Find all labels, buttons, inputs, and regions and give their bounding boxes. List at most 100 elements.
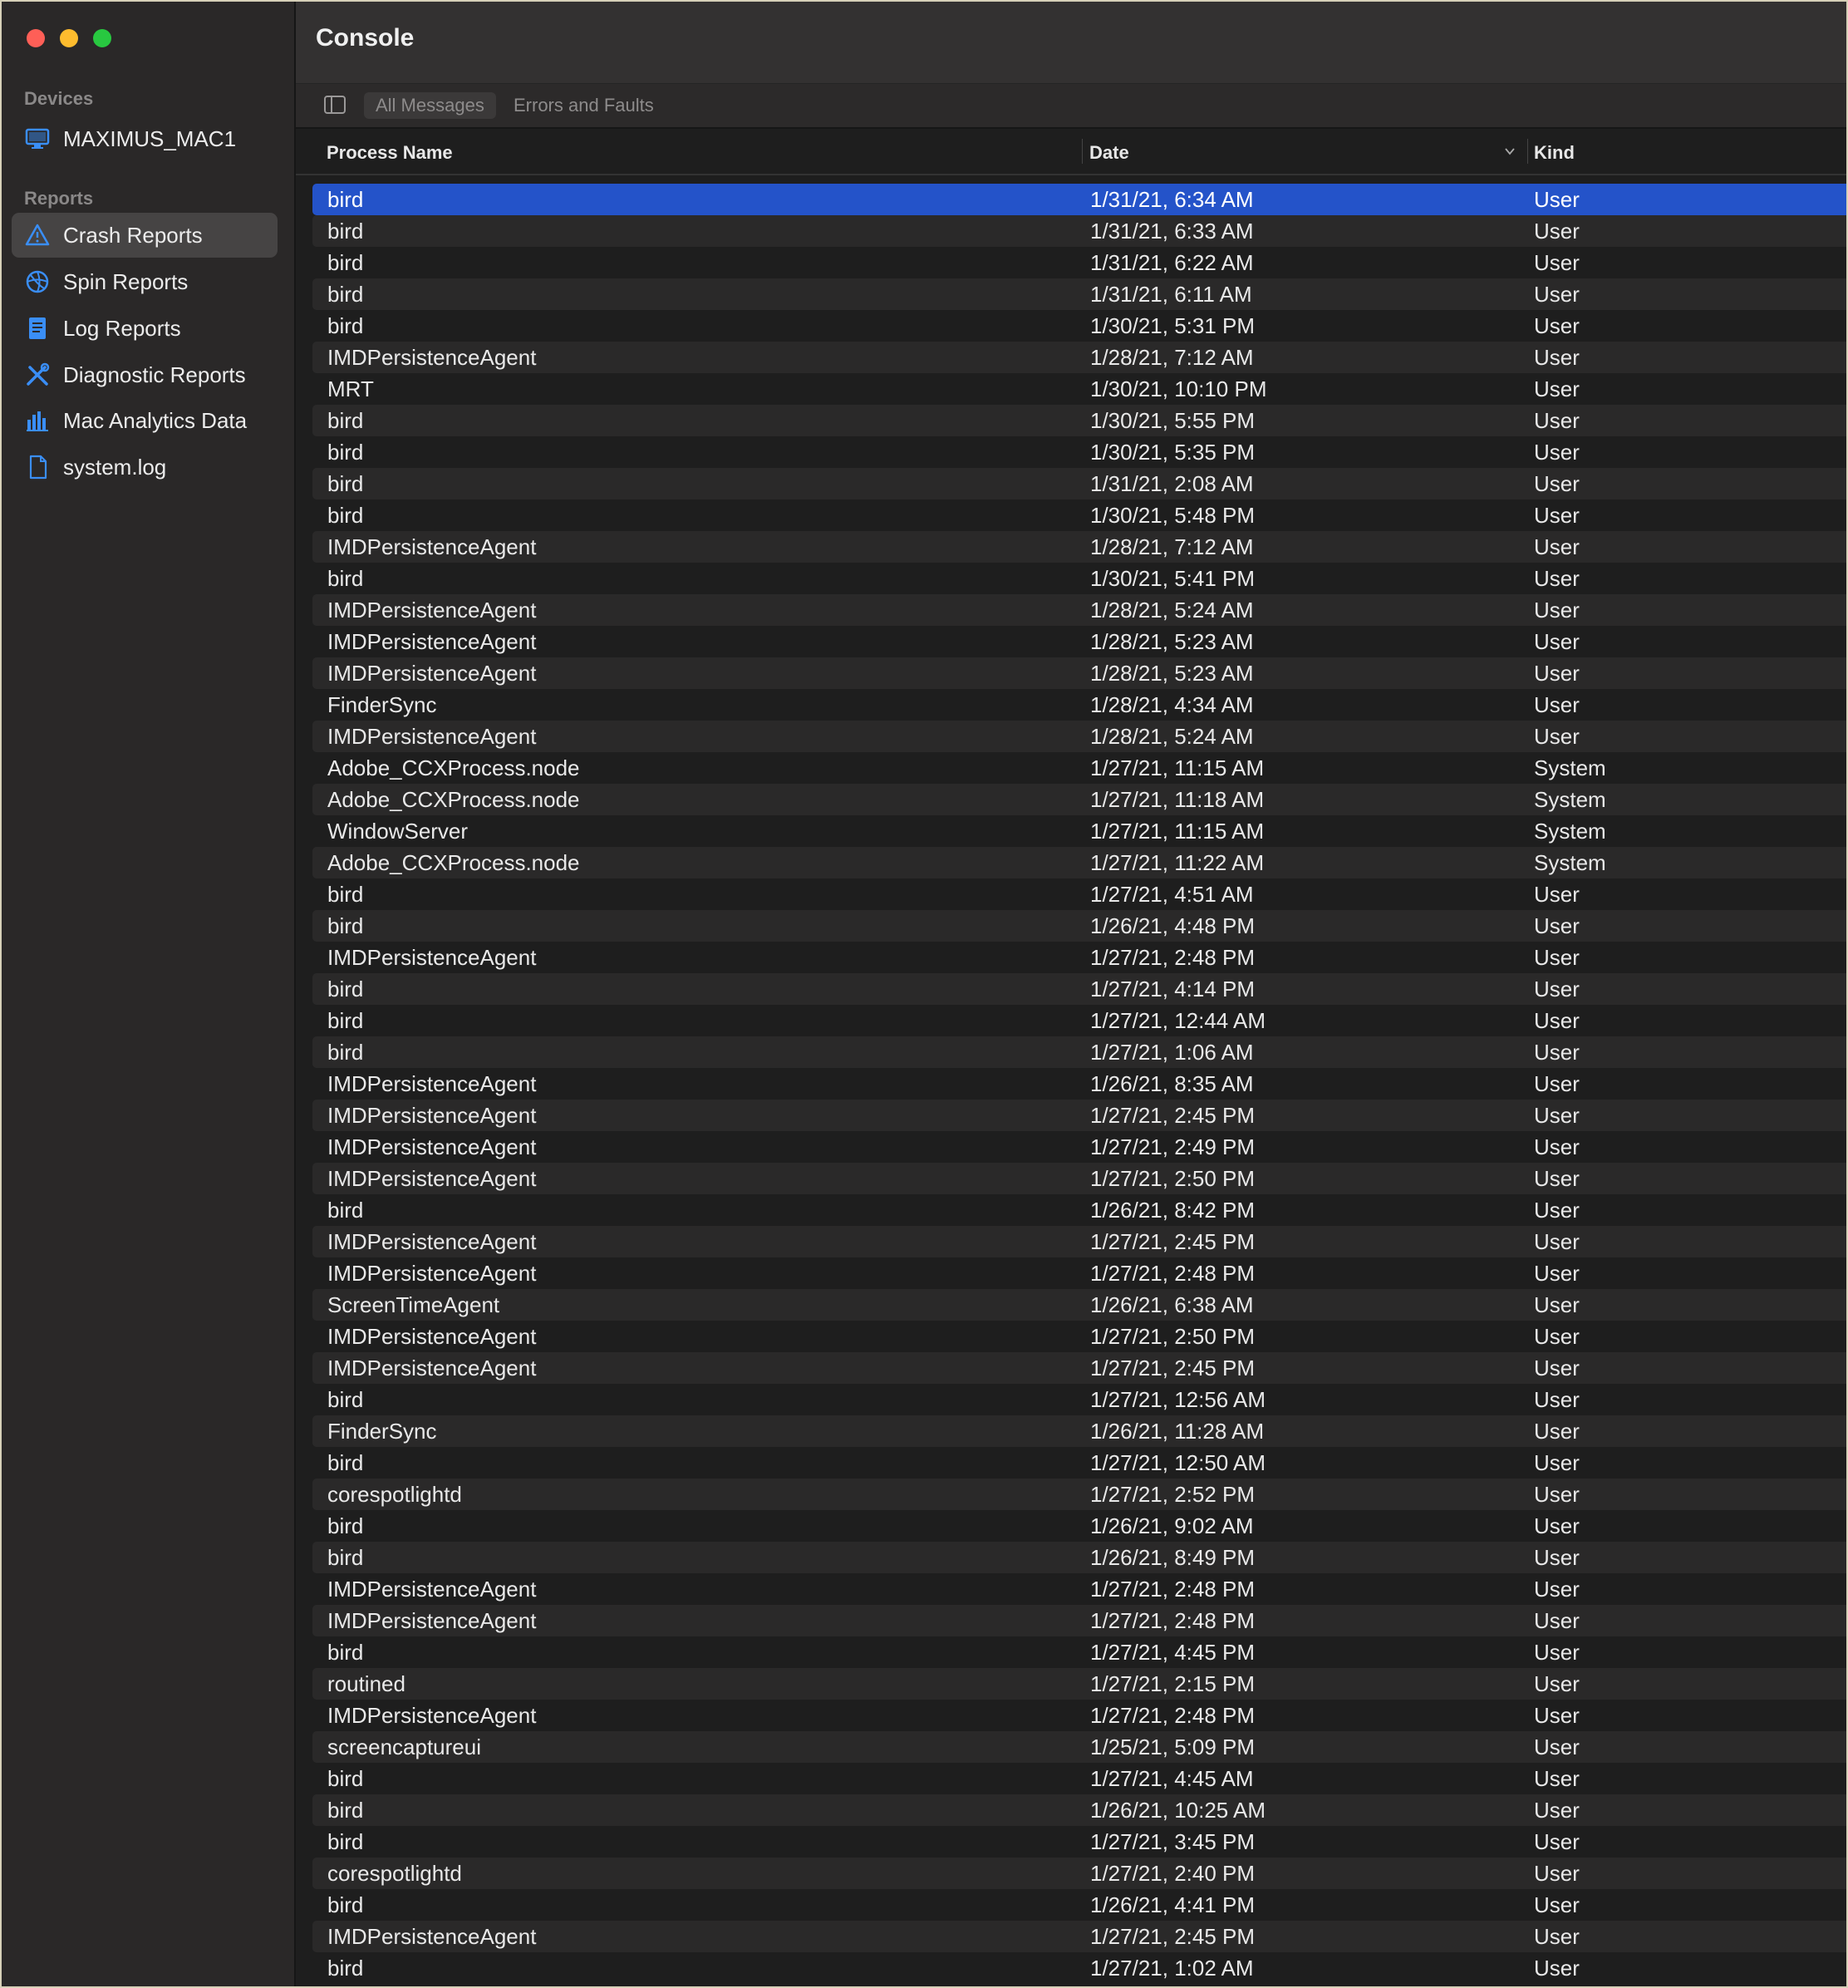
table-row[interactable]: IMDPersistenceAgent 1/28/21, 7:12 AM User <box>312 342 1846 373</box>
table-row[interactable]: bird 1/31/21, 6:11 AM User <box>312 278 1846 310</box>
table-row[interactable]: bird 1/27/21, 4:45 PM User <box>312 1636 1846 1668</box>
table-row[interactable]: bird 1/30/21, 5:35 PM User <box>312 436 1846 468</box>
table-row[interactable]: IMDPersistenceAgent 1/28/21, 5:23 AM User <box>312 657 1846 689</box>
table-row[interactable]: bird 1/30/21, 5:31 PM User <box>312 310 1846 342</box>
table-row[interactable]: bird 1/26/21, 8:49 PM User <box>312 1542 1846 1573</box>
chevron-down-icon[interactable] <box>1504 145 1516 157</box>
table-row[interactable]: IMDPersistenceAgent 1/27/21, 2:48 PM User <box>312 1573 1846 1605</box>
sidebar-device[interactable]: MAXIMUS_MAC1 <box>12 116 278 161</box>
sidebar-item-system-log[interactable]: system.log <box>12 445 278 490</box>
column-divider[interactable] <box>1082 139 1083 164</box>
table-row[interactable]: bird 1/26/21, 9:02 AM User <box>312 1510 1846 1542</box>
kind-cell: User <box>1534 565 1580 591</box>
table-row[interactable]: IMDPersistenceAgent 1/28/21, 5:24 AM User <box>312 594 1846 626</box>
table-row[interactable]: IMDPersistenceAgent 1/28/21, 5:23 AM User <box>312 626 1846 657</box>
table-row[interactable]: bird 1/26/21, 4:41 PM User <box>312 1889 1846 1921</box>
date-cell: 1/27/21, 2:48 PM <box>1090 944 1256 970</box>
date-cell: 1/30/21, 5:35 PM <box>1090 439 1256 465</box>
table-row[interactable]: Adobe_CCXProcess.node 1/27/21, 11:22 AM Sy… <box>312 847 1846 878</box>
table-row[interactable]: FinderSync 1/26/21, 11:28 AM User <box>312 1415 1846 1447</box>
sidebar-item-mac-analytics-data[interactable]: Mac Analytics Data <box>12 398 278 443</box>
kind-cell: User <box>1534 218 1580 244</box>
date-cell: 1/27/21, 2:52 PM <box>1090 1481 1256 1507</box>
kind-cell: User <box>1534 1607 1580 1633</box>
date-cell: 1/26/21, 8:35 AM <box>1090 1070 1254 1096</box>
sidebar-item-label: system.log <box>63 454 167 480</box>
table-row[interactable]: corespotlightd 1/27/21, 2:40 PM User <box>312 1858 1846 1889</box>
column-header-kind[interactable]: Kind <box>1534 142 1575 164</box>
process-name-cell: IMDPersistenceAgent <box>327 1260 537 1286</box>
date-cell: 1/31/21, 6:11 AM <box>1090 281 1252 307</box>
table-row[interactable]: WindowServer 1/27/21, 11:15 AM System <box>312 815 1846 847</box>
table-row[interactable]: bird 1/27/21, 4:14 PM User <box>312 973 1846 1005</box>
table-row[interactable]: bird 1/26/21, 10:25 AM User <box>312 1794 1846 1826</box>
process-name-cell: bird <box>327 281 364 307</box>
table-row[interactable]: bird 1/30/21, 5:55 PM User <box>312 405 1846 436</box>
table-row[interactable]: bird 1/31/21, 2:08 AM User <box>312 468 1846 499</box>
kind-cell: User <box>1534 1292 1580 1317</box>
table-row[interactable]: IMDPersistenceAgent 1/28/21, 5:24 AM User <box>312 721 1846 752</box>
sidebar-toggle-icon[interactable] <box>324 96 346 114</box>
table-row[interactable]: bird 1/26/21, 8:42 PM User <box>312 1194 1846 1226</box>
tab-all-messages[interactable]: All Messages <box>364 92 496 119</box>
table-row[interactable]: IMDPersistenceAgent 1/27/21, 2:45 PM User <box>312 1352 1846 1384</box>
kind-cell: User <box>1534 1576 1580 1602</box>
table-row[interactable]: ScreenTimeAgent 1/26/21, 6:38 AM User <box>312 1289 1846 1321</box>
date-cell: 1/27/21, 4:45 PM <box>1090 1639 1256 1665</box>
minimize-window-button[interactable] <box>60 29 78 47</box>
table-row[interactable]: IMDPersistenceAgent 1/27/21, 2:50 PM User <box>312 1321 1846 1352</box>
table-row[interactable]: bird 1/27/21, 12:44 AM User <box>312 1005 1846 1036</box>
window-controls <box>27 29 111 47</box>
column-header-date[interactable]: Date <box>1089 142 1129 164</box>
sidebar-item-spin-reports[interactable]: Spin Reports <box>12 259 278 304</box>
table-row[interactable]: bird 1/31/21, 6:22 AM User <box>312 247 1846 278</box>
process-name-cell: bird <box>327 439 364 465</box>
table-row[interactable]: MRT 1/30/21, 10:10 PM User <box>312 373 1846 405</box>
column-header-process-name[interactable]: Process Name <box>327 142 453 164</box>
table-row[interactable]: IMDPersistenceAgent 1/28/21, 7:12 AM User <box>312 531 1846 563</box>
table-row[interactable]: bird 1/27/21, 4:51 AM User <box>312 878 1846 910</box>
table-row[interactable]: bird 1/27/21, 12:56 AM User <box>312 1384 1846 1415</box>
table-row[interactable]: bird 1/31/21, 6:34 AM User <box>312 184 1846 215</box>
table-row[interactable]: bird 1/30/21, 5:48 PM User <box>312 499 1846 531</box>
table-row[interactable]: bird 1/27/21, 12:50 AM User <box>312 1447 1846 1479</box>
table-row[interactable]: IMDPersistenceAgent 1/27/21, 2:45 PM User <box>312 1100 1846 1131</box>
process-name-cell: Adobe_CCXProcess.node <box>327 755 580 780</box>
table-row[interactable]: IMDPersistenceAgent 1/27/21, 2:48 PM User <box>312 1700 1846 1731</box>
table-row[interactable]: bird 1/27/21, 4:45 AM User <box>312 1763 1846 1794</box>
table-row[interactable]: Adobe_CCXProcess.node 1/27/21, 11:15 AM Sy… <box>312 752 1846 784</box>
table-row[interactable]: IMDPersistenceAgent 1/27/21, 2:45 PM User <box>312 1921 1846 1952</box>
table-row[interactable]: bird 1/31/21, 6:33 AM User <box>312 215 1846 247</box>
table-row[interactable]: screencaptureui 1/25/21, 5:09 PM User <box>312 1731 1846 1763</box>
sidebar-item-diagnostic-reports[interactable]: Diagnostic Reports <box>12 352 278 397</box>
table-row[interactable]: Adobe_CCXProcess.node 1/27/21, 11:18 AM Sy… <box>312 784 1846 815</box>
reports-heading: Reports <box>24 188 94 209</box>
process-name-cell: IMDPersistenceAgent <box>327 1702 537 1728</box>
tab-errors-and-faults[interactable]: Errors and Faults <box>502 92 666 119</box>
table-row[interactable]: bird 1/26/21, 4:48 PM User <box>312 910 1846 942</box>
table-row[interactable]: IMDPersistenceAgent 1/27/21, 2:45 PM User <box>312 1226 1846 1257</box>
crash-report-table: bird 1/31/21, 6:34 AM User bird 1/31/21, 6:3… <box>312 184 1846 1984</box>
table-row[interactable]: bird 1/27/21, 1:06 AM User <box>312 1036 1846 1068</box>
table-row[interactable]: IMDPersistenceAgent 1/27/21, 2:48 PM User <box>312 942 1846 973</box>
process-name-cell: bird <box>327 913 364 938</box>
close-window-button[interactable] <box>27 29 45 47</box>
table-row[interactable]: IMDPersistenceAgent 1/27/21, 2:50 PM User <box>312 1163 1846 1194</box>
column-divider[interactable] <box>1527 139 1528 164</box>
table-row[interactable]: FinderSync 1/28/21, 4:34 AM User <box>312 689 1846 721</box>
zoom-window-button[interactable] <box>93 29 111 47</box>
table-row[interactable]: IMDPersistenceAgent 1/27/21, 2:49 PM User <box>312 1131 1846 1163</box>
table-row[interactable]: routined 1/27/21, 2:15 PM User <box>312 1668 1846 1700</box>
table-row[interactable]: IMDPersistenceAgent 1/27/21, 2:48 PM User <box>312 1257 1846 1289</box>
table-row[interactable]: IMDPersistenceAgent 1/27/21, 2:48 PM User <box>312 1605 1846 1636</box>
table-row[interactable]: corespotlightd 1/27/21, 2:52 PM User <box>312 1479 1846 1510</box>
sidebar-item-log-reports[interactable]: Log Reports <box>12 306 278 351</box>
table-row[interactable]: bird 1/27/21, 1:02 AM User <box>312 1952 1846 1984</box>
table-row[interactable]: IMDPersistenceAgent 1/26/21, 8:35 AM User <box>312 1068 1846 1100</box>
process-name-cell: bird <box>327 1197 364 1223</box>
table-row[interactable]: bird 1/27/21, 3:45 PM User <box>312 1826 1846 1858</box>
table-row[interactable]: bird 1/30/21, 5:41 PM User <box>312 563 1846 594</box>
date-cell: 1/27/21, 2:45 PM <box>1090 1923 1256 1949</box>
sidebar-item-crash-reports[interactable]: Crash Reports <box>12 213 278 258</box>
process-name-cell: Adobe_CCXProcess.node <box>327 849 580 875</box>
